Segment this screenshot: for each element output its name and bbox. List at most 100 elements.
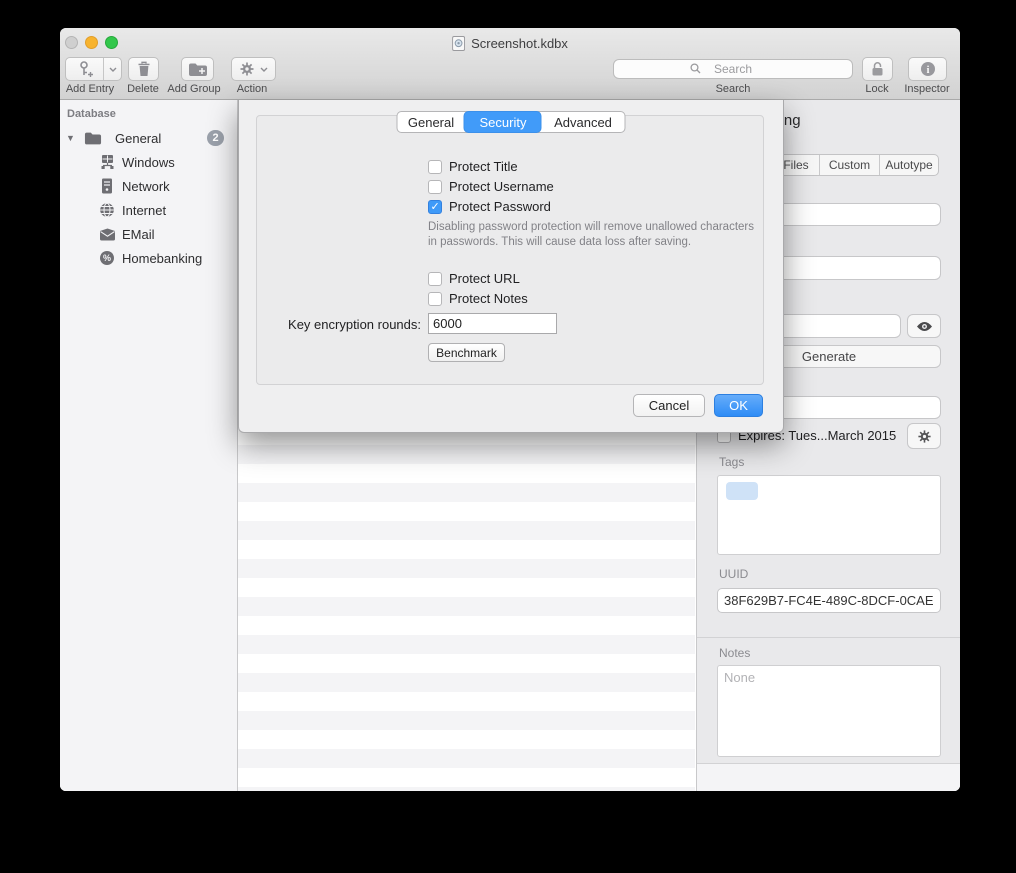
inspector-footer	[697, 764, 960, 791]
reveal-password-button[interactable]	[907, 314, 941, 338]
protect-password-row[interactable]: Protect Password	[428, 199, 551, 214]
inspector-tab-custom[interactable]: Custom	[819, 155, 879, 175]
uuid-field[interactable]	[717, 588, 941, 613]
ok-button[interactable]: OK	[714, 394, 763, 417]
search-field-wrap	[613, 59, 853, 79]
sidebar: Database ▼ General 2 Windows	[60, 100, 238, 791]
gear-icon	[917, 429, 932, 444]
key-encryption-rounds-input[interactable]	[428, 313, 557, 334]
divider	[697, 637, 960, 638]
tag-chip[interactable]	[726, 482, 758, 500]
protect-title-row[interactable]: Protect Title	[428, 159, 518, 174]
dialog-tabs: General Security Advanced	[397, 111, 626, 133]
titlebar-toolbar: Screenshot.kdbx Add Entry	[60, 28, 960, 100]
action-button[interactable]	[231, 57, 276, 81]
expires-settings-button[interactable]	[907, 423, 941, 449]
database-settings-dialog: General Security Advanced Protect Title …	[238, 100, 784, 433]
window-title: Screenshot.kdbx	[452, 36, 568, 51]
protect-url-checkbox[interactable]	[428, 272, 442, 286]
notes-textarea[interactable]	[717, 665, 941, 757]
protect-username-row[interactable]: Protect Username	[428, 179, 554, 194]
search-input[interactable]	[613, 59, 853, 79]
chevron-down-icon	[260, 67, 268, 72]
password-protection-warning: Disabling password protection will remov…	[428, 220, 764, 250]
info-icon: i	[920, 61, 936, 77]
window-title-text: Screenshot.kdbx	[471, 36, 568, 51]
globe-icon	[98, 202, 116, 218]
lock-open-icon	[870, 61, 885, 77]
protect-notes-checkbox[interactable]	[428, 292, 442, 306]
protect-notes-label: Protect Notes	[449, 291, 528, 306]
key-encryption-rounds-label: Key encryption rounds:	[269, 317, 421, 332]
sidebar-item-general[interactable]: ▼ General 2	[60, 126, 237, 150]
sidebar-item-network[interactable]: Network	[60, 174, 237, 198]
screen: Screenshot.kdbx Add Entry	[0, 0, 1016, 873]
count-badge: 2	[207, 130, 224, 146]
lock-button[interactable]	[862, 57, 893, 81]
sidebar-header: Database	[67, 108, 116, 120]
lock-label: Lock	[865, 83, 888, 95]
app-window: Screenshot.kdbx Add Entry	[60, 28, 960, 791]
uuid-label: UUID	[719, 567, 748, 581]
protect-url-row[interactable]: Protect URL	[428, 271, 520, 286]
gear-icon	[239, 61, 255, 77]
benchmark-button[interactable]: Benchmark	[428, 343, 505, 362]
folder-icon	[84, 130, 102, 146]
disclosure-triangle-icon[interactable]: ▼	[66, 134, 75, 143]
envelope-icon	[98, 226, 116, 242]
sidebar-item-homebanking[interactable]: % Homebanking	[60, 246, 237, 270]
tags-box[interactable]	[717, 475, 941, 555]
sidebar-item-label: General	[115, 131, 161, 146]
delete-button[interactable]	[128, 57, 159, 81]
notes-label: Notes	[719, 646, 750, 660]
search-label: Search	[716, 83, 751, 95]
key-plus-icon	[66, 60, 103, 78]
sidebar-item-label: Windows	[122, 155, 175, 170]
trash-icon	[137, 61, 151, 77]
percent-icon: %	[98, 250, 116, 266]
minimize-window-button[interactable]	[85, 36, 98, 49]
sidebar-item-label: Homebanking	[122, 251, 202, 266]
protect-password-checkbox[interactable]	[428, 200, 442, 214]
add-group-label: Add Group	[167, 83, 220, 95]
sidebar-item-internet[interactable]: Internet	[60, 198, 237, 222]
sidebar-item-windows[interactable]: Windows	[60, 150, 237, 174]
protect-username-label: Protect Username	[449, 179, 554, 194]
add-entry-dropdown[interactable]	[103, 58, 121, 80]
cancel-button[interactable]: Cancel	[633, 394, 705, 417]
zoom-window-button[interactable]	[105, 36, 118, 49]
delete-label: Delete	[127, 83, 159, 95]
protect-username-checkbox[interactable]	[428, 180, 442, 194]
close-window-button[interactable]	[65, 36, 78, 49]
svg-text:i: i	[926, 65, 929, 76]
sidebar-item-email[interactable]: EMail	[60, 222, 237, 246]
add-entry-label: Add Entry	[66, 83, 114, 95]
content-area: Database ▼ General 2 Windows	[60, 100, 960, 791]
server-icon	[98, 178, 116, 194]
sidebar-item-label: Internet	[122, 203, 166, 218]
inspector-tab-autotype[interactable]: Autotype	[879, 155, 938, 175]
tags-label: Tags	[719, 455, 744, 469]
svg-text:%: %	[103, 253, 111, 263]
protect-title-label: Protect Title	[449, 159, 518, 174]
add-group-button[interactable]	[181, 57, 214, 81]
inspector-button[interactable]: i	[908, 57, 947, 81]
inspector-label: Inspector	[904, 83, 949, 95]
add-entry-button[interactable]	[65, 57, 122, 81]
protect-password-label: Protect Password	[449, 199, 551, 214]
folder-plus-icon	[188, 62, 207, 77]
protect-url-label: Protect URL	[449, 271, 520, 286]
action-label: Action	[237, 83, 268, 95]
document-icon	[452, 36, 465, 51]
sidebar-item-label: Network	[122, 179, 170, 194]
sidebar-item-label: EMail	[122, 227, 155, 242]
protect-notes-row[interactable]: Protect Notes	[428, 291, 528, 306]
settings-group-box	[256, 115, 764, 385]
dialog-tab-advanced[interactable]: Advanced	[541, 112, 625, 132]
chevron-down-icon	[109, 67, 117, 72]
windows-network-icon	[98, 154, 116, 170]
dialog-tab-security[interactable]: Security	[465, 112, 541, 132]
protect-title-checkbox[interactable]	[428, 160, 442, 174]
eye-icon	[916, 321, 933, 332]
dialog-tab-general[interactable]: General	[398, 112, 465, 132]
